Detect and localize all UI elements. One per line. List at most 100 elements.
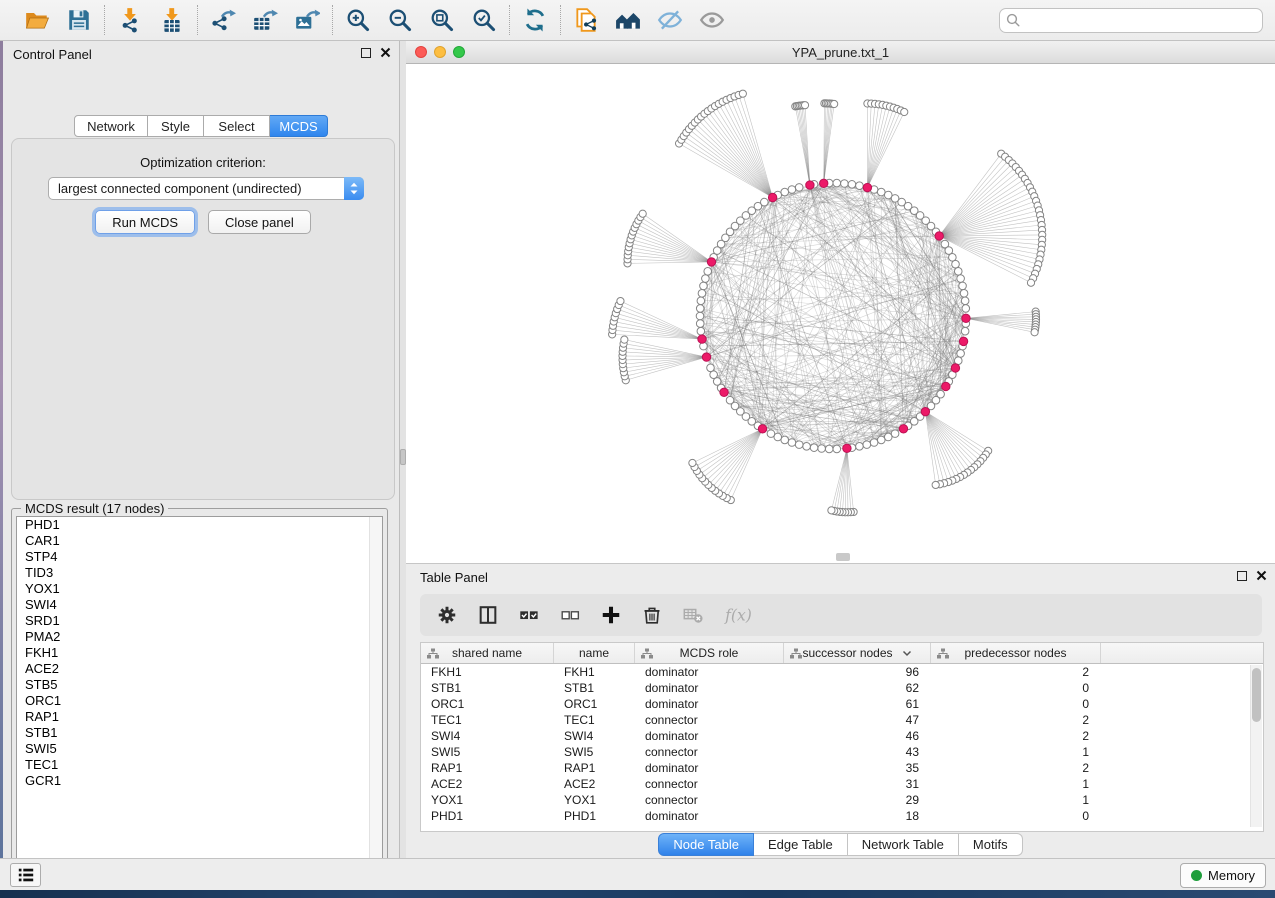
network-node[interactable] [788, 439, 796, 447]
tab-motifs[interactable]: Motifs [959, 833, 1023, 856]
table-row-fkh1[interactable]: FKH1FKH1dominator962 [421, 664, 1263, 680]
result-node-phd1[interactable]: PHD1 [17, 517, 382, 533]
hide-selected-button[interactable] [655, 5, 685, 35]
result-list-scrollbar[interactable] [369, 517, 382, 873]
deselect-all-button[interactable] [559, 604, 581, 626]
network-node[interactable] [700, 282, 708, 290]
table-float-icon[interactable] [1237, 571, 1247, 581]
result-node-orc1[interactable]: ORC1 [17, 693, 382, 709]
zoom-selected-button[interactable] [469, 5, 499, 35]
network-node[interactable] [795, 441, 803, 449]
table-vscroll-thumb[interactable] [1252, 668, 1261, 722]
zoom-in-button[interactable] [343, 5, 373, 35]
run-mcds-button[interactable]: Run MCDS [95, 210, 195, 234]
table-row-orc1[interactable]: ORC1ORC1dominator610 [421, 696, 1263, 712]
dominator-node[interactable] [720, 388, 728, 396]
network-node[interactable] [841, 180, 849, 188]
network-node[interactable] [831, 100, 838, 107]
window-zoom-light[interactable] [453, 46, 465, 58]
result-node-yox1[interactable]: YOX1 [17, 581, 382, 597]
table-row-tec1[interactable]: TEC1TEC1connector472 [421, 712, 1263, 728]
dominator-node[interactable] [921, 407, 929, 415]
open-button[interactable] [22, 5, 52, 35]
network-node[interactable] [962, 305, 970, 313]
tab-network-table[interactable]: Network Table [848, 833, 959, 856]
tab-node-table[interactable]: Node Table [658, 833, 754, 856]
import-network-button[interactable] [115, 5, 145, 35]
network-node[interactable] [698, 290, 706, 298]
network-hscroll-thumb[interactable] [836, 553, 850, 561]
network-node[interactable] [781, 436, 789, 444]
dominator-node[interactable] [942, 382, 950, 390]
result-node-ace2[interactable]: ACE2 [17, 661, 382, 677]
network-node[interactable] [697, 297, 705, 305]
zoom-out-button[interactable] [385, 5, 415, 35]
dominator-node[interactable] [935, 232, 943, 240]
tab-style[interactable]: Style [148, 115, 204, 137]
tab-edge-table[interactable]: Edge Table [754, 833, 848, 856]
column-header-shared-name[interactable]: shared name [421, 643, 554, 663]
zoom-fit-button[interactable] [427, 5, 457, 35]
result-node-srd1[interactable]: SRD1 [17, 613, 382, 629]
network-node[interactable] [825, 445, 833, 453]
table-row-swi4[interactable]: SWI4SWI4dominator462 [421, 728, 1263, 744]
network-node[interactable] [833, 445, 841, 453]
network-node[interactable] [952, 260, 960, 268]
network-node[interactable] [961, 297, 969, 305]
dominator-node[interactable] [758, 425, 766, 433]
clone-network-button[interactable] [571, 5, 601, 35]
dominator-node[interactable] [702, 353, 710, 361]
export-table-button[interactable] [250, 5, 280, 35]
network-canvas[interactable] [406, 64, 1275, 563]
network-node[interactable] [781, 188, 789, 196]
result-node-gcr1[interactable]: GCR1 [17, 773, 382, 789]
network-node[interactable] [621, 336, 628, 343]
column-header-predecessor-nodes[interactable]: predecessor nodes [931, 643, 1101, 663]
close-panel-button[interactable]: Close panel [208, 210, 311, 234]
result-node-pma2[interactable]: PMA2 [17, 629, 382, 645]
delete-row-button[interactable] [641, 604, 663, 626]
dominator-node[interactable] [768, 193, 776, 201]
network-node[interactable] [788, 186, 796, 194]
network-node[interactable] [863, 441, 871, 449]
select-all-button[interactable] [518, 604, 540, 626]
table-row-yox1[interactable]: YOX1YOX1connector291 [421, 792, 1263, 808]
dominator-node[interactable] [863, 183, 871, 191]
network-node[interactable] [959, 282, 967, 290]
float-panel-icon[interactable] [361, 48, 371, 58]
column-header-successor-nodes[interactable]: successor nodes [784, 643, 931, 663]
result-node-tec1[interactable]: TEC1 [17, 757, 382, 773]
result-node-swi4[interactable]: SWI4 [17, 597, 382, 613]
tab-network[interactable]: Network [74, 115, 148, 137]
network-node[interactable] [697, 327, 705, 335]
first-neighbors-button[interactable] [613, 5, 643, 35]
network-node[interactable] [767, 430, 775, 438]
tab-mcds[interactable]: MCDS [270, 115, 328, 137]
network-node[interactable] [960, 290, 968, 298]
table-row-stb1[interactable]: STB1STB1dominator620 [421, 680, 1263, 696]
dominator-node[interactable] [951, 364, 959, 372]
network-node[interactable] [848, 181, 856, 189]
network-node[interactable] [957, 350, 965, 358]
settings-button[interactable] [436, 604, 458, 626]
columns-button[interactable] [477, 604, 499, 626]
network-node[interactable] [702, 275, 710, 283]
network-node[interactable] [639, 210, 646, 217]
dominator-node[interactable] [806, 181, 814, 189]
network-node[interactable] [696, 312, 704, 320]
network-node[interactable] [795, 184, 803, 192]
table-row-phd1[interactable]: PHD1PHD1dominator180 [421, 808, 1263, 824]
export-image-button[interactable] [292, 5, 322, 35]
table-row-swi5[interactable]: SWI5SWI5connector431 [421, 744, 1263, 760]
network-node[interactable] [856, 443, 864, 451]
network-node[interactable] [1027, 279, 1034, 286]
dominator-node[interactable] [707, 258, 715, 266]
network-graph[interactable] [406, 64, 1275, 563]
network-node[interactable] [901, 108, 908, 115]
result-node-car1[interactable]: CAR1 [17, 533, 382, 549]
status-menu-button[interactable] [10, 863, 41, 887]
network-node[interactable] [726, 396, 734, 404]
network-node[interactable] [884, 433, 892, 441]
memory-button[interactable]: Memory [1180, 863, 1266, 888]
result-node-swi5[interactable]: SWI5 [17, 741, 382, 757]
